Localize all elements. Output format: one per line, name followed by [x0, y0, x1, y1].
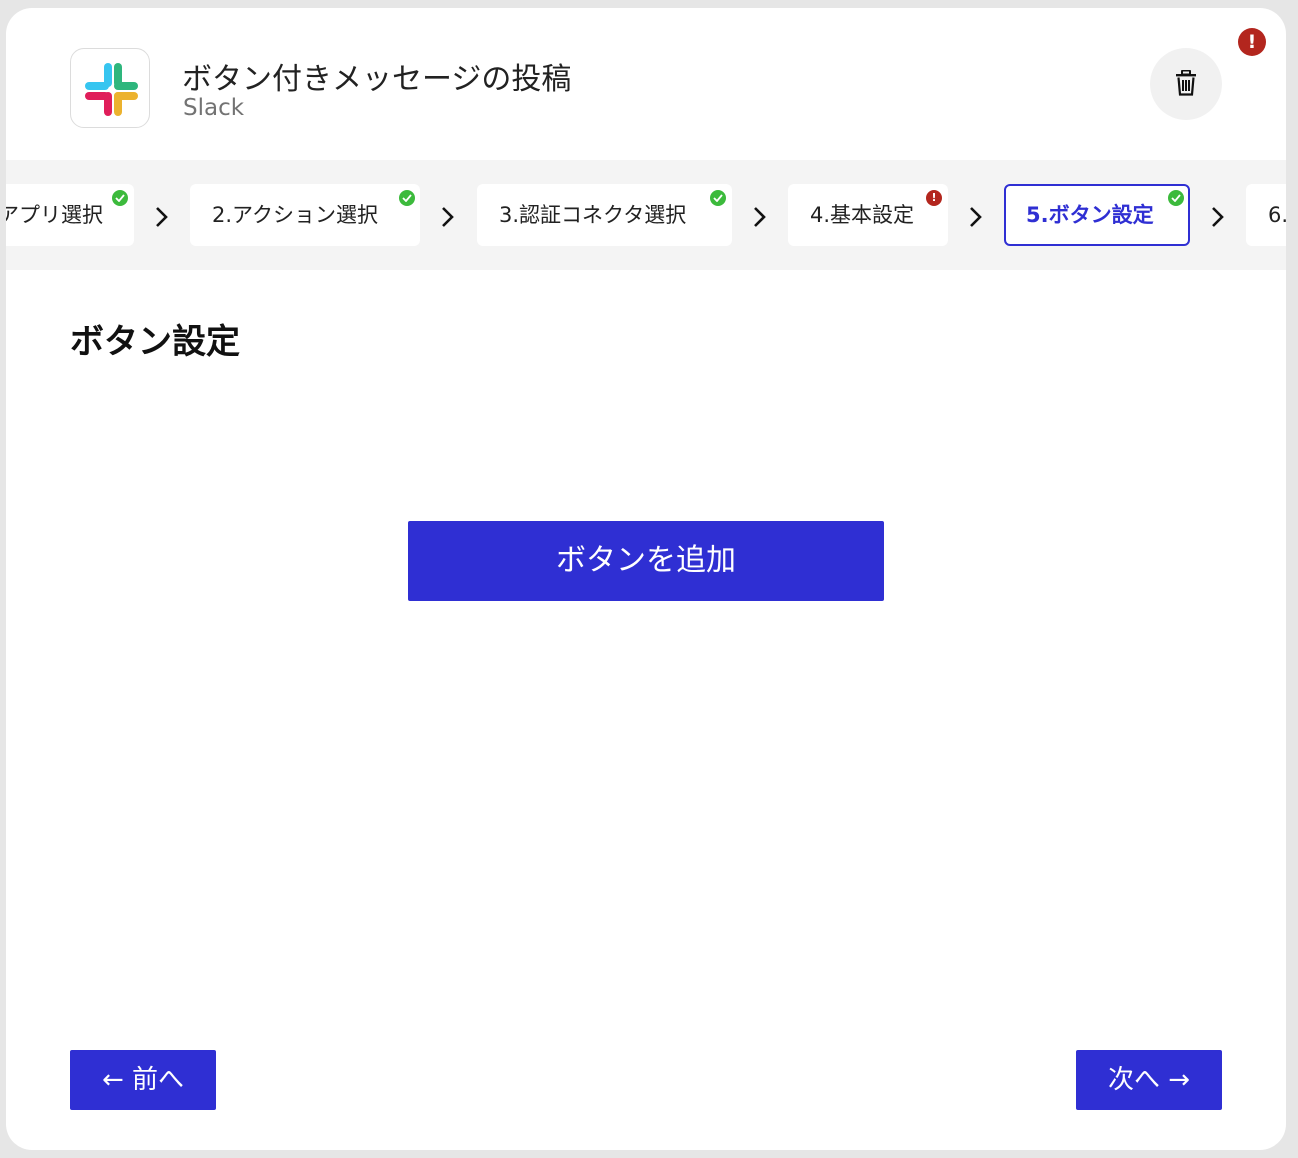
- step-button-settings[interactable]: 5.ボタン設定: [1004, 184, 1190, 246]
- chevron-right-icon: [754, 207, 766, 227]
- check-icon: [112, 190, 128, 206]
- page-title: ボタン付きメッセージの投稿: [182, 62, 572, 97]
- step-label: 6.: [1268, 203, 1286, 227]
- step-label: 5.ボタン設定: [1026, 203, 1154, 227]
- step-label: 4.基本設定: [810, 203, 915, 227]
- step-label: アプリ選択: [6, 203, 103, 227]
- step-navigation: アプリ選択 2.アクション選択 3.認証コネクタ選択 4.基本設定 ! 5.ボタ…: [6, 160, 1286, 270]
- chevron-right-icon: [1212, 207, 1224, 227]
- next-button[interactable]: 次へ →: [1076, 1050, 1222, 1110]
- error-icon: !: [926, 190, 942, 206]
- step-basic-settings[interactable]: 4.基本設定: [788, 184, 948, 246]
- check-icon: [1168, 190, 1184, 206]
- add-button-button[interactable]: ボタンを追加: [408, 521, 884, 601]
- slack-logo-icon: [70, 48, 150, 128]
- chevron-right-icon: [442, 207, 454, 227]
- app-name: Slack: [183, 95, 245, 121]
- check-icon: [399, 190, 415, 206]
- step-auth-connector-select[interactable]: 3.認証コネクタ選択: [477, 184, 732, 246]
- step-label: 3.認証コネクタ選択: [499, 203, 687, 227]
- delete-button[interactable]: [1150, 48, 1222, 120]
- previous-button[interactable]: ← 前へ: [70, 1050, 216, 1110]
- step-action-select[interactable]: 2.アクション選択: [190, 184, 420, 246]
- section-title: ボタン設定: [70, 322, 240, 362]
- chevron-right-icon: [970, 207, 982, 227]
- dialog-card: ボタン付きメッセージの投稿 Slack ! アプリ選択 2.アクション選択 3.…: [6, 8, 1286, 1150]
- step-next[interactable]: 6.: [1246, 184, 1286, 246]
- chevron-right-icon: [156, 207, 168, 227]
- trash-icon: [1176, 70, 1196, 96]
- check-icon: [710, 190, 726, 206]
- step-label: 2.アクション選択: [212, 203, 378, 227]
- alert-icon: !: [1238, 28, 1266, 56]
